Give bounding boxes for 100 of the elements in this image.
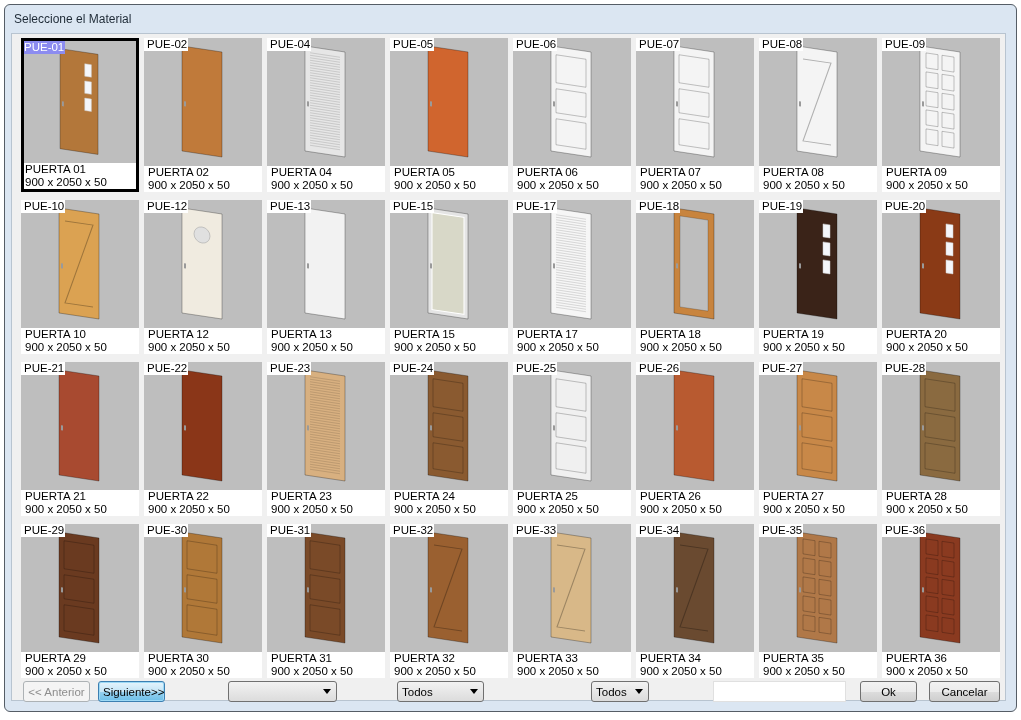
door-name: PUERTA 13 xyxy=(270,328,333,341)
door-tile[interactable]: PUE-25 PUERTA 25 900 x 2050 x 50 xyxy=(513,362,631,516)
door-tile[interactable]: PUE-21 PUERTA 21 900 x 2050 x 50 xyxy=(21,362,139,516)
door-tile[interactable]: PUE-35 PUERTA 35 900 x 2050 x 50 xyxy=(759,524,877,678)
door-code: PUE-23 xyxy=(267,362,312,375)
door-tile[interactable]: PUE-34 PUERTA 34 900 x 2050 x 50 xyxy=(636,524,754,678)
door-size: 900 x 2050 x 50 xyxy=(762,341,846,354)
door-name: PUERTA 18 xyxy=(639,328,702,341)
door-tile[interactable]: PUE-05 PUERTA 05 900 x 2050 x 50 xyxy=(390,38,508,192)
door-code: PUE-06 xyxy=(513,38,558,51)
door-code: PUE-12 xyxy=(144,200,189,213)
door-size: 900 x 2050 x 50 xyxy=(24,503,108,516)
door-tile[interactable]: PUE-28 PUERTA 28 900 x 2050 x 50 xyxy=(882,362,1000,516)
door-name: PUERTA 07 xyxy=(639,166,702,179)
door-tile[interactable]: PUE-32 PUERTA 32 900 x 2050 x 50 xyxy=(390,524,508,678)
door-code: PUE-22 xyxy=(144,362,189,375)
door-size: 900 x 2050 x 50 xyxy=(762,665,846,678)
door-tile[interactable]: PUE-01 PUERTA 01 900 x 2050 x 50 xyxy=(21,38,139,192)
door-name: PUERTA 10 xyxy=(24,328,87,341)
door-size: 900 x 2050 x 50 xyxy=(270,665,354,678)
door-tile[interactable]: PUE-29 PUERTA 29 900 x 2050 x 50 xyxy=(21,524,139,678)
door-size: 900 x 2050 x 50 xyxy=(24,176,108,189)
door-name: PUERTA 31 xyxy=(270,652,333,665)
door-size: 900 x 2050 x 50 xyxy=(270,503,354,516)
door-name: PUERTA 26 xyxy=(639,490,702,503)
door-code: PUE-27 xyxy=(759,362,804,375)
door-tile[interactable]: PUE-22 PUERTA 22 900 x 2050 x 50 xyxy=(144,362,262,516)
door-name: PUERTA 33 xyxy=(516,652,579,665)
door-tile[interactable]: PUE-09 PUERTA 09 900 x 2050 x 50 xyxy=(882,38,1000,192)
door-size: 900 x 2050 x 50 xyxy=(393,341,477,354)
door-name: PUERTA 20 xyxy=(885,328,948,341)
door-name: PUERTA 35 xyxy=(762,652,825,665)
door-size: 900 x 2050 x 50 xyxy=(516,665,600,678)
door-code: PUE-18 xyxy=(636,200,681,213)
dropdown-arrow-icon xyxy=(470,689,478,694)
door-tile[interactable]: PUE-36 PUERTA 36 900 x 2050 x 50 xyxy=(882,524,1000,678)
door-name: PUERTA 22 xyxy=(147,490,210,503)
cancel-button[interactable]: Cancelar xyxy=(929,681,1000,702)
door-tile[interactable]: PUE-06 PUERTA 06 900 x 2050 x 50 xyxy=(513,38,631,192)
door-code: PUE-19 xyxy=(759,200,804,213)
door-code: PUE-30 xyxy=(144,524,189,537)
door-tile[interactable]: PUE-02 PUERTA 02 900 x 2050 x 50 xyxy=(144,38,262,192)
door-size: 900 x 2050 x 50 xyxy=(147,503,231,516)
door-code: PUE-34 xyxy=(636,524,681,537)
window-title: Seleccione el Material xyxy=(13,11,133,28)
door-name: PUERTA 19 xyxy=(762,328,825,341)
door-tile[interactable]: PUE-31 PUERTA 31 900 x 2050 x 50 xyxy=(267,524,385,678)
dropdown[interactable]: Todos xyxy=(591,681,649,702)
dropdown[interactable] xyxy=(228,681,337,702)
door-code: PUE-35 xyxy=(759,524,804,537)
door-name: PUERTA 15 xyxy=(393,328,456,341)
door-name: PUERTA 23 xyxy=(270,490,333,503)
door-tile[interactable]: PUE-24 PUERTA 24 900 x 2050 x 50 xyxy=(390,362,508,516)
door-tile[interactable]: PUE-12 PUERTA 12 900 x 2050 x 50 xyxy=(144,200,262,354)
door-name: PUERTA 08 xyxy=(762,166,825,179)
door-tile[interactable]: PUE-07 PUERTA 07 900 x 2050 x 50 xyxy=(636,38,754,192)
door-tile[interactable]: PUE-10 PUERTA 10 900 x 2050 x 50 xyxy=(21,200,139,354)
door-tile[interactable]: PUE-33 PUERTA 33 900 x 2050 x 50 xyxy=(513,524,631,678)
door-name: PUERTA 09 xyxy=(885,166,948,179)
door-code: PUE-13 xyxy=(267,200,312,213)
door-size: 900 x 2050 x 50 xyxy=(24,341,108,354)
next-button[interactable]: Siguiente>> xyxy=(98,681,165,702)
door-size: 900 x 2050 x 50 xyxy=(516,341,600,354)
door-name: PUERTA 34 xyxy=(639,652,702,665)
door-tile[interactable]: PUE-23 PUERTA 23 900 x 2050 x 50 xyxy=(267,362,385,516)
input-field[interactable] xyxy=(713,681,846,702)
door-code: PUE-01 xyxy=(24,41,66,54)
door-tile[interactable]: PUE-27 PUERTA 27 900 x 2050 x 50 xyxy=(759,362,877,516)
door-tile[interactable]: PUE-19 PUERTA 19 900 x 2050 x 50 xyxy=(759,200,877,354)
door-size: 900 x 2050 x 50 xyxy=(639,341,723,354)
door-name: PUERTA 29 xyxy=(24,652,87,665)
door-tile[interactable]: PUE-15 PUERTA 15 900 x 2050 x 50 xyxy=(390,200,508,354)
dropdown[interactable]: Todos xyxy=(397,681,484,702)
door-size: 900 x 2050 x 50 xyxy=(516,179,600,192)
door-code: PUE-02 xyxy=(144,38,189,51)
door-size: 900 x 2050 x 50 xyxy=(147,179,231,192)
door-name: PUERTA 25 xyxy=(516,490,579,503)
door-name: PUERTA 12 xyxy=(147,328,210,341)
door-tile[interactable]: PUE-13 PUERTA 13 900 x 2050 x 50 xyxy=(267,200,385,354)
door-tile[interactable]: PUE-18 PUERTA 18 900 x 2050 x 50 xyxy=(636,200,754,354)
door-tile[interactable]: PUE-17 PUERTA 17 900 x 2050 x 50 xyxy=(513,200,631,354)
door-size: 900 x 2050 x 50 xyxy=(270,341,354,354)
door-name: PUERTA 02 xyxy=(147,166,210,179)
door-name: PUERTA 32 xyxy=(393,652,456,665)
door-code: PUE-28 xyxy=(882,362,927,375)
door-tile[interactable]: PUE-26 PUERTA 26 900 x 2050 x 50 xyxy=(636,362,754,516)
door-code: PUE-07 xyxy=(636,38,681,51)
door-code: PUE-08 xyxy=(759,38,804,51)
door-name: PUERTA 04 xyxy=(270,166,333,179)
door-code: PUE-31 xyxy=(267,524,312,537)
door-code: PUE-05 xyxy=(390,38,435,51)
ok-button[interactable]: Ok xyxy=(860,681,917,702)
door-code: PUE-04 xyxy=(267,38,312,51)
door-name: PUERTA 17 xyxy=(516,328,579,341)
door-tile[interactable]: PUE-08 PUERTA 08 900 x 2050 x 50 xyxy=(759,38,877,192)
door-tile[interactable]: PUE-30 PUERTA 30 900 x 2050 x 50 xyxy=(144,524,262,678)
door-code: PUE-33 xyxy=(513,524,558,537)
door-tile[interactable]: PUE-20 PUERTA 20 900 x 2050 x 50 xyxy=(882,200,1000,354)
door-size: 900 x 2050 x 50 xyxy=(24,665,108,678)
door-tile[interactable]: PUE-04 PUERTA 04 900 x 2050 x 50 xyxy=(267,38,385,192)
